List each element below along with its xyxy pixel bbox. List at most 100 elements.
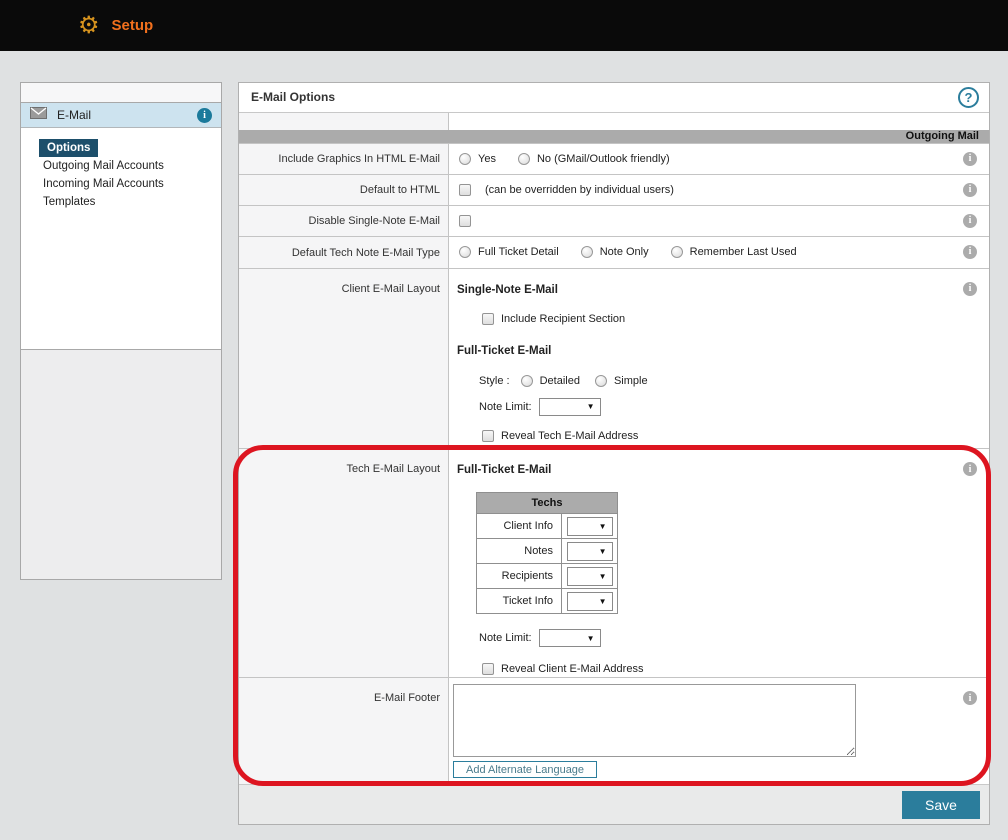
reveal-tech-email-label: Reveal Tech E-Mail Address (501, 429, 639, 442)
disable-single-note-row: Disable Single-Note E-Mail i (239, 204, 989, 236)
reveal-tech-email-checkbox[interactable] (482, 429, 494, 442)
help-icon[interactable]: ? (958, 86, 979, 108)
tech-email-layout-row: Tech E-Mail Layout Full-Ticket E-Mail Te… (239, 448, 989, 678)
single-note-heading: Single-Note E-Mail (457, 283, 558, 296)
info-icon[interactable]: i (963, 281, 977, 296)
techs-table: Techs Client Info ▼ Notes ▼ Recipients ▼… (476, 492, 618, 615)
tech-note-limit-select[interactable]: ▼ (538, 629, 601, 648)
add-alternate-language-button[interactable]: Add Alternate Language (453, 761, 598, 779)
info-icon[interactable]: i (963, 182, 977, 197)
graphics-no-radio[interactable] (517, 152, 530, 165)
disable-single-note-content: i (449, 206, 989, 236)
info-icon[interactable]: i (963, 151, 977, 166)
client-email-layout-content: Single-Note E-Mail Include Recipient Sec… (449, 269, 989, 449)
style-detailed-radio[interactable] (520, 374, 533, 387)
include-graphics-label: Include Graphics In HTML E-Mail (239, 143, 449, 174)
setup-title: Setup (111, 17, 154, 34)
default-html-note: (can be overridden by individual users) (485, 183, 674, 196)
email-footer-content: Add Alternate Language i (449, 678, 989, 784)
ticket-info-label: Ticket Info (476, 588, 562, 615)
info-icon[interactable]: i (963, 244, 977, 259)
chevron-down-icon: ▼ (598, 596, 607, 606)
sidebar-item-outgoing-mail-accounts[interactable]: Outgoing Mail Accounts (21, 157, 221, 175)
notes-label: Notes (476, 538, 562, 565)
panel-header: E-Mail Options ? (239, 83, 989, 113)
default-tech-note-type-content: Full Ticket Detail Note Only Remember La… (449, 237, 989, 268)
chevron-down-icon: ▼ (598, 521, 607, 531)
full-ticket-detail-label: Full Ticket Detail (478, 246, 559, 259)
include-recipient-label: Include Recipient Section (501, 312, 626, 325)
sidebar-lower-area (21, 350, 221, 579)
include-graphics-content: Yes No (GMail/Outlook friendly) i (449, 144, 989, 174)
note-only-radio[interactable] (580, 246, 593, 259)
page-title: E-Mail Options (251, 90, 335, 105)
notes-select[interactable]: ▼ (566, 541, 613, 561)
sidebar-blank-strip (21, 83, 221, 103)
sidebar-menu: Options Outgoing Mail Accounts Incoming … (21, 128, 221, 350)
default-tech-note-type-label: Default Tech Note E-Mail Type (239, 236, 449, 268)
tech-full-ticket-heading: Full-Ticket E-Mail (457, 464, 552, 477)
reveal-client-email-label: Reveal Client E-Mail Address (501, 663, 644, 676)
graphics-yes-label: Yes (478, 152, 496, 165)
email-footer-row: E-Mail Footer Add Alternate Language i (239, 677, 989, 785)
envelope-icon (30, 106, 47, 124)
tech-email-layout-content: Full-Ticket E-Mail Techs Client Info ▼ N… (449, 449, 989, 677)
email-footer-textarea[interactable] (453, 684, 856, 758)
gear-icon[interactable]: ⚙ (78, 13, 100, 38)
sidebar-section-label: E-Mail (57, 108, 92, 122)
info-icon[interactable]: i (963, 691, 977, 706)
spacer-row (239, 112, 989, 130)
sidebar-section-header: E-Mail i (21, 103, 221, 128)
sidebar-item-options[interactable]: Options (39, 139, 99, 157)
note-limit-label: Note Limit: (479, 400, 532, 413)
email-options-panel: E-Mail Options ? Outgoing Mail Include G… (238, 82, 990, 825)
note-only-label: Note Only (599, 246, 649, 259)
chevron-down-icon: ▼ (586, 633, 595, 643)
default-html-content: (can be overridden by individual users) … (449, 175, 989, 205)
techs-table-header: Techs (476, 492, 618, 515)
chevron-down-icon: ▼ (586, 402, 595, 412)
info-icon[interactable]: i (963, 213, 977, 228)
remember-last-used-label: Remember Last Used (689, 246, 797, 259)
recipients-select[interactable]: ▼ (566, 566, 613, 586)
spacer-label-cell (239, 112, 449, 130)
graphics-yes-radio[interactable] (459, 152, 471, 165)
sidebar-item-incoming-mail-accounts[interactable]: Incoming Mail Accounts (21, 175, 221, 193)
style-detailed-label: Detailed (539, 374, 580, 387)
table-row: Recipients ▼ (476, 563, 618, 590)
style-label: Style : (479, 374, 510, 387)
disable-single-note-label: Disable Single-Note E-Mail (239, 205, 449, 236)
recipients-label: Recipients (476, 563, 562, 590)
client-info-label: Client Info (476, 513, 562, 540)
tech-email-layout-label: Tech E-Mail Layout (239, 449, 449, 678)
reveal-client-email-checkbox[interactable] (482, 663, 494, 676)
ticket-info-select[interactable]: ▼ (566, 591, 613, 611)
note-limit-select[interactable]: ▼ (538, 397, 601, 416)
save-strip: Save (239, 784, 989, 824)
spacer-content-cell (449, 113, 989, 130)
save-button[interactable]: Save (902, 790, 980, 819)
graphics-no-label: No (GMail/Outlook friendly) (536, 152, 670, 165)
include-recipient-checkbox[interactable] (482, 312, 494, 325)
table-row: Client Info ▼ (476, 513, 618, 540)
top-bar: ⚙ Setup (0, 0, 1008, 51)
table-row: Ticket Info ▼ (476, 588, 618, 615)
default-tech-note-type-row: Default Tech Note E-Mail Type Full Ticke… (239, 235, 989, 268)
sidebar: E-Mail i Options Outgoing Mail Accounts … (20, 82, 222, 580)
default-html-label: Default to HTML (239, 174, 449, 205)
info-icon[interactable]: i (963, 462, 977, 477)
disable-single-note-checkbox[interactable] (459, 214, 471, 227)
email-footer-label: E-Mail Footer (239, 678, 449, 785)
full-ticket-detail-radio[interactable] (459, 246, 471, 259)
chevron-down-icon: ▼ (598, 571, 607, 581)
style-simple-radio[interactable] (594, 374, 607, 387)
sidebar-item-templates[interactable]: Templates (21, 193, 221, 211)
full-ticket-heading: Full-Ticket E-Mail (457, 344, 552, 357)
table-row: Notes ▼ (476, 538, 618, 565)
default-html-checkbox[interactable] (459, 183, 471, 196)
chevron-down-icon: ▼ (598, 546, 607, 556)
info-icon[interactable]: i (197, 107, 212, 123)
outgoing-mail-band: Outgoing Mail (239, 129, 989, 143)
client-info-select[interactable]: ▼ (566, 516, 613, 536)
remember-last-used-radio[interactable] (670, 246, 683, 259)
